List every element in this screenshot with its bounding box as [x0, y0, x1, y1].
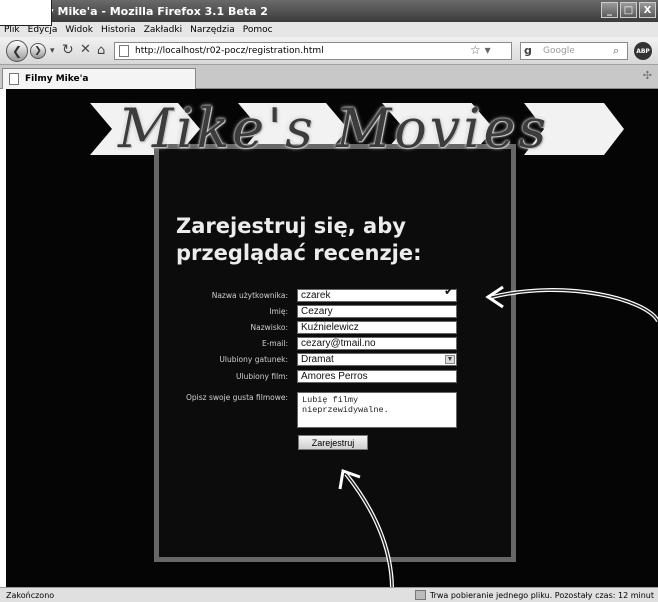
window-titlebar: Filmy Mike'a - Mozilla Firefox 3.1 Beta … — [0, 0, 658, 22]
home-icon[interactable]: ⌂ — [97, 43, 105, 58]
menu-history[interactable]: Historia — [101, 25, 136, 35]
back-button[interactable]: ❮ — [6, 40, 28, 62]
download-icon — [414, 590, 426, 600]
navigation-toolbar: ❮ ❯ ▾ ↻ ✕ ⌂ http://localhost/r02-pocz/re… — [0, 37, 658, 65]
maximize-button[interactable]: □ — [620, 2, 637, 18]
stop-icon[interactable]: ✕ — [80, 42, 91, 57]
page-icon — [119, 45, 129, 57]
search-icon[interactable]: ⌕ — [613, 44, 619, 58]
history-dropdown-icon[interactable]: ▾ — [50, 46, 55, 56]
menu-file[interactable]: Plik — [4, 25, 20, 35]
url-bar[interactable]: http://localhost/r02-pocz/registration.h… — [114, 42, 512, 60]
bookmark-star-icon[interactable]: ☆ ▾ — [470, 43, 491, 57]
google-icon[interactable]: g — [524, 44, 532, 57]
annotation-arrow-submit — [344, 472, 394, 587]
menu-view[interactable]: Widok — [65, 25, 93, 35]
search-input[interactable]: g Google — [520, 42, 628, 60]
download-status-text: Trwa pobieranie jednego pliku. Pozostały… — [429, 590, 654, 600]
window-title: Filmy Mike'a - Mozilla Firefox 3.1 Beta … — [20, 4, 268, 18]
download-status[interactable]: Trwa pobieranie jednego pliku. Pozostały… — [414, 590, 654, 600]
menu-tools[interactable]: Narzędzia — [190, 25, 235, 35]
url-text: http://localhost/r02-pocz/registration.h… — [135, 46, 324, 56]
reload-icon[interactable]: ↻ — [62, 42, 74, 58]
annotation-arrows — [338, 285, 658, 587]
tab-bar: Filmy Mike'a ✣ — [0, 65, 658, 89]
minimize-button[interactable]: _ — [601, 2, 618, 18]
forward-button[interactable]: ❯ — [30, 43, 46, 59]
page-content: Mike's Movies Zarejestruj się, aby przeg… — [6, 89, 658, 587]
search-placeholder: Google — [543, 46, 575, 56]
status-bar: Zakończono Trwa pobieranie jednego pliku… — [0, 587, 658, 602]
menu-edit[interactable]: Edycja — [28, 25, 58, 35]
status-text: Zakończono — [6, 590, 55, 600]
paper-corner — [0, 0, 52, 26]
tab-page-icon — [9, 73, 19, 85]
menu-bar: Plik Edycja Widok Historia Zakładki Narz… — [0, 22, 658, 37]
close-button[interactable]: X — [639, 2, 656, 18]
menu-bookmarks[interactable]: Zakładki — [144, 25, 182, 35]
menu-help[interactable]: Pomoc — [243, 25, 273, 35]
adblock-icon[interactable]: ABP — [634, 42, 652, 60]
tab-label: Filmy Mike'a — [25, 74, 89, 84]
annotation-arrow-username — [491, 288, 658, 323]
window-controls: _ □ X — [601, 2, 656, 18]
new-tab-icon[interactable]: ✣ — [643, 69, 652, 82]
tab-filmy-mikea[interactable]: Filmy Mike'a — [2, 68, 196, 89]
